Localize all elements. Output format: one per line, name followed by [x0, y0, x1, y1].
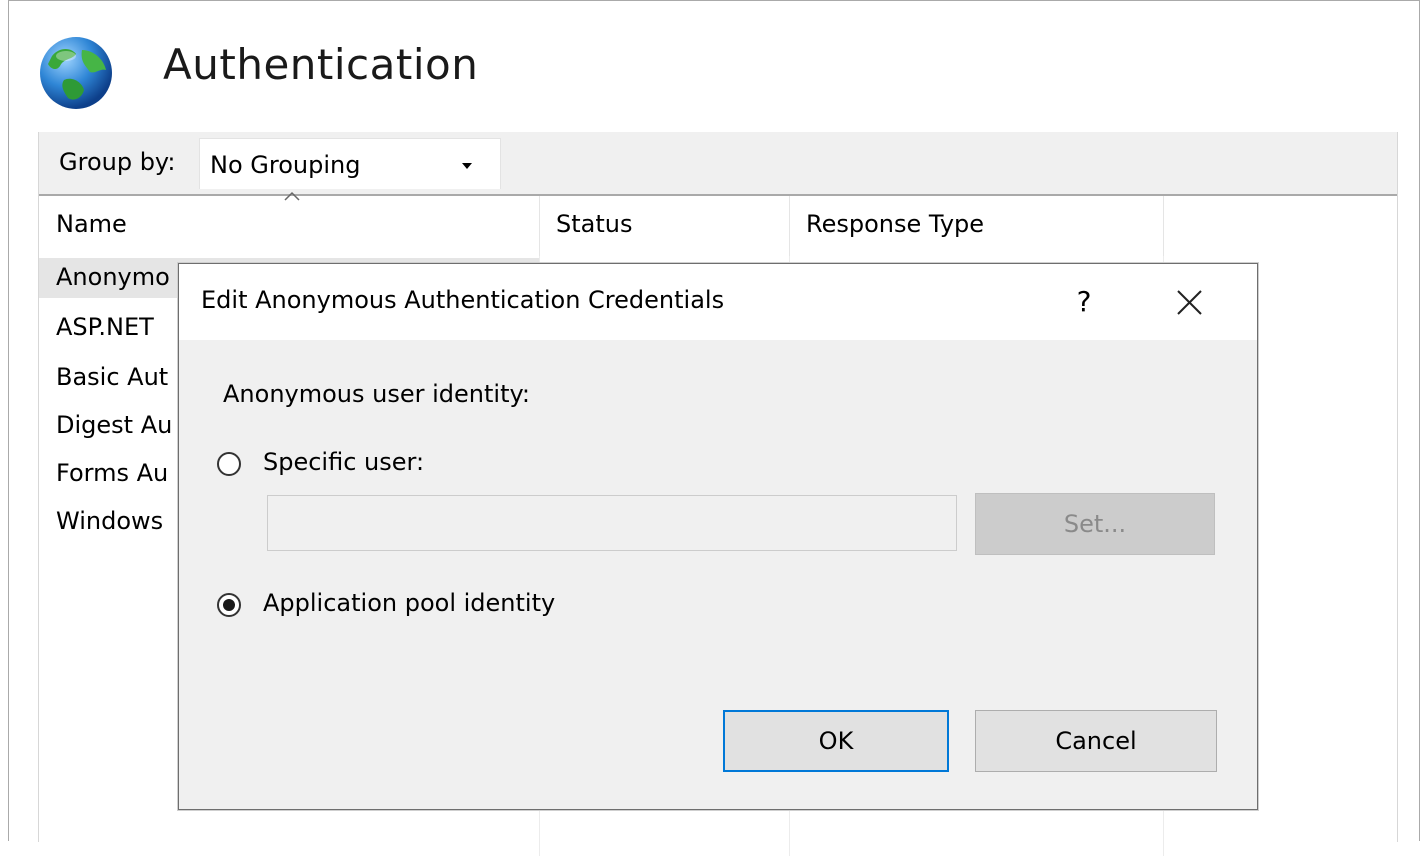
edit-credentials-dialog: Edit Anonymous Authentication Credential…	[178, 263, 1258, 810]
column-header-label: Response Type	[806, 210, 985, 238]
application-pool-identity-radio[interactable]	[217, 593, 241, 617]
application-pool-identity-label[interactable]: Application pool identity	[263, 589, 555, 617]
row-name: Windows	[56, 507, 164, 535]
globe-icon	[40, 37, 112, 109]
set-button[interactable]: Set...	[975, 493, 1215, 555]
row-name: Digest Au	[56, 411, 173, 439]
specific-user-radio[interactable]	[217, 452, 241, 476]
dialog-title: Edit Anonymous Authentication Credential…	[201, 286, 725, 314]
specific-user-label[interactable]: Specific user:	[263, 448, 424, 476]
group-by-value: No Grouping	[210, 151, 361, 179]
group-by-dropdown[interactable]: No Grouping	[199, 138, 501, 189]
identity-label: Anonymous user identity:	[223, 380, 531, 408]
chevron-down-icon	[462, 163, 472, 169]
dialog-titlebar[interactable]: Edit Anonymous Authentication Credential…	[179, 264, 1257, 340]
row-name: ASP.NET	[56, 313, 154, 341]
sort-ascending-icon	[284, 191, 300, 201]
column-header-response-type[interactable]: Response Type	[789, 196, 1164, 256]
group-by-label: Group by:	[59, 148, 176, 176]
cancel-button[interactable]: Cancel	[975, 710, 1217, 772]
help-button[interactable]: ?	[1059, 278, 1109, 326]
page-title: Authentication	[163, 40, 479, 89]
column-header-name[interactable]: Name	[39, 191, 540, 256]
group-by-toolbar: Group by: No Grouping	[39, 132, 1397, 196]
row-name: Forms Au	[56, 459, 169, 487]
row-name: Basic Aut	[56, 363, 169, 391]
column-header-label: Status	[556, 210, 633, 238]
specific-user-field[interactable]	[267, 495, 957, 551]
ok-button[interactable]: OK	[723, 710, 949, 772]
column-header-label: Name	[56, 210, 127, 238]
column-header-status[interactable]: Status	[539, 196, 790, 256]
row-name: Anonymo	[56, 263, 170, 291]
close-icon[interactable]	[1164, 278, 1214, 326]
